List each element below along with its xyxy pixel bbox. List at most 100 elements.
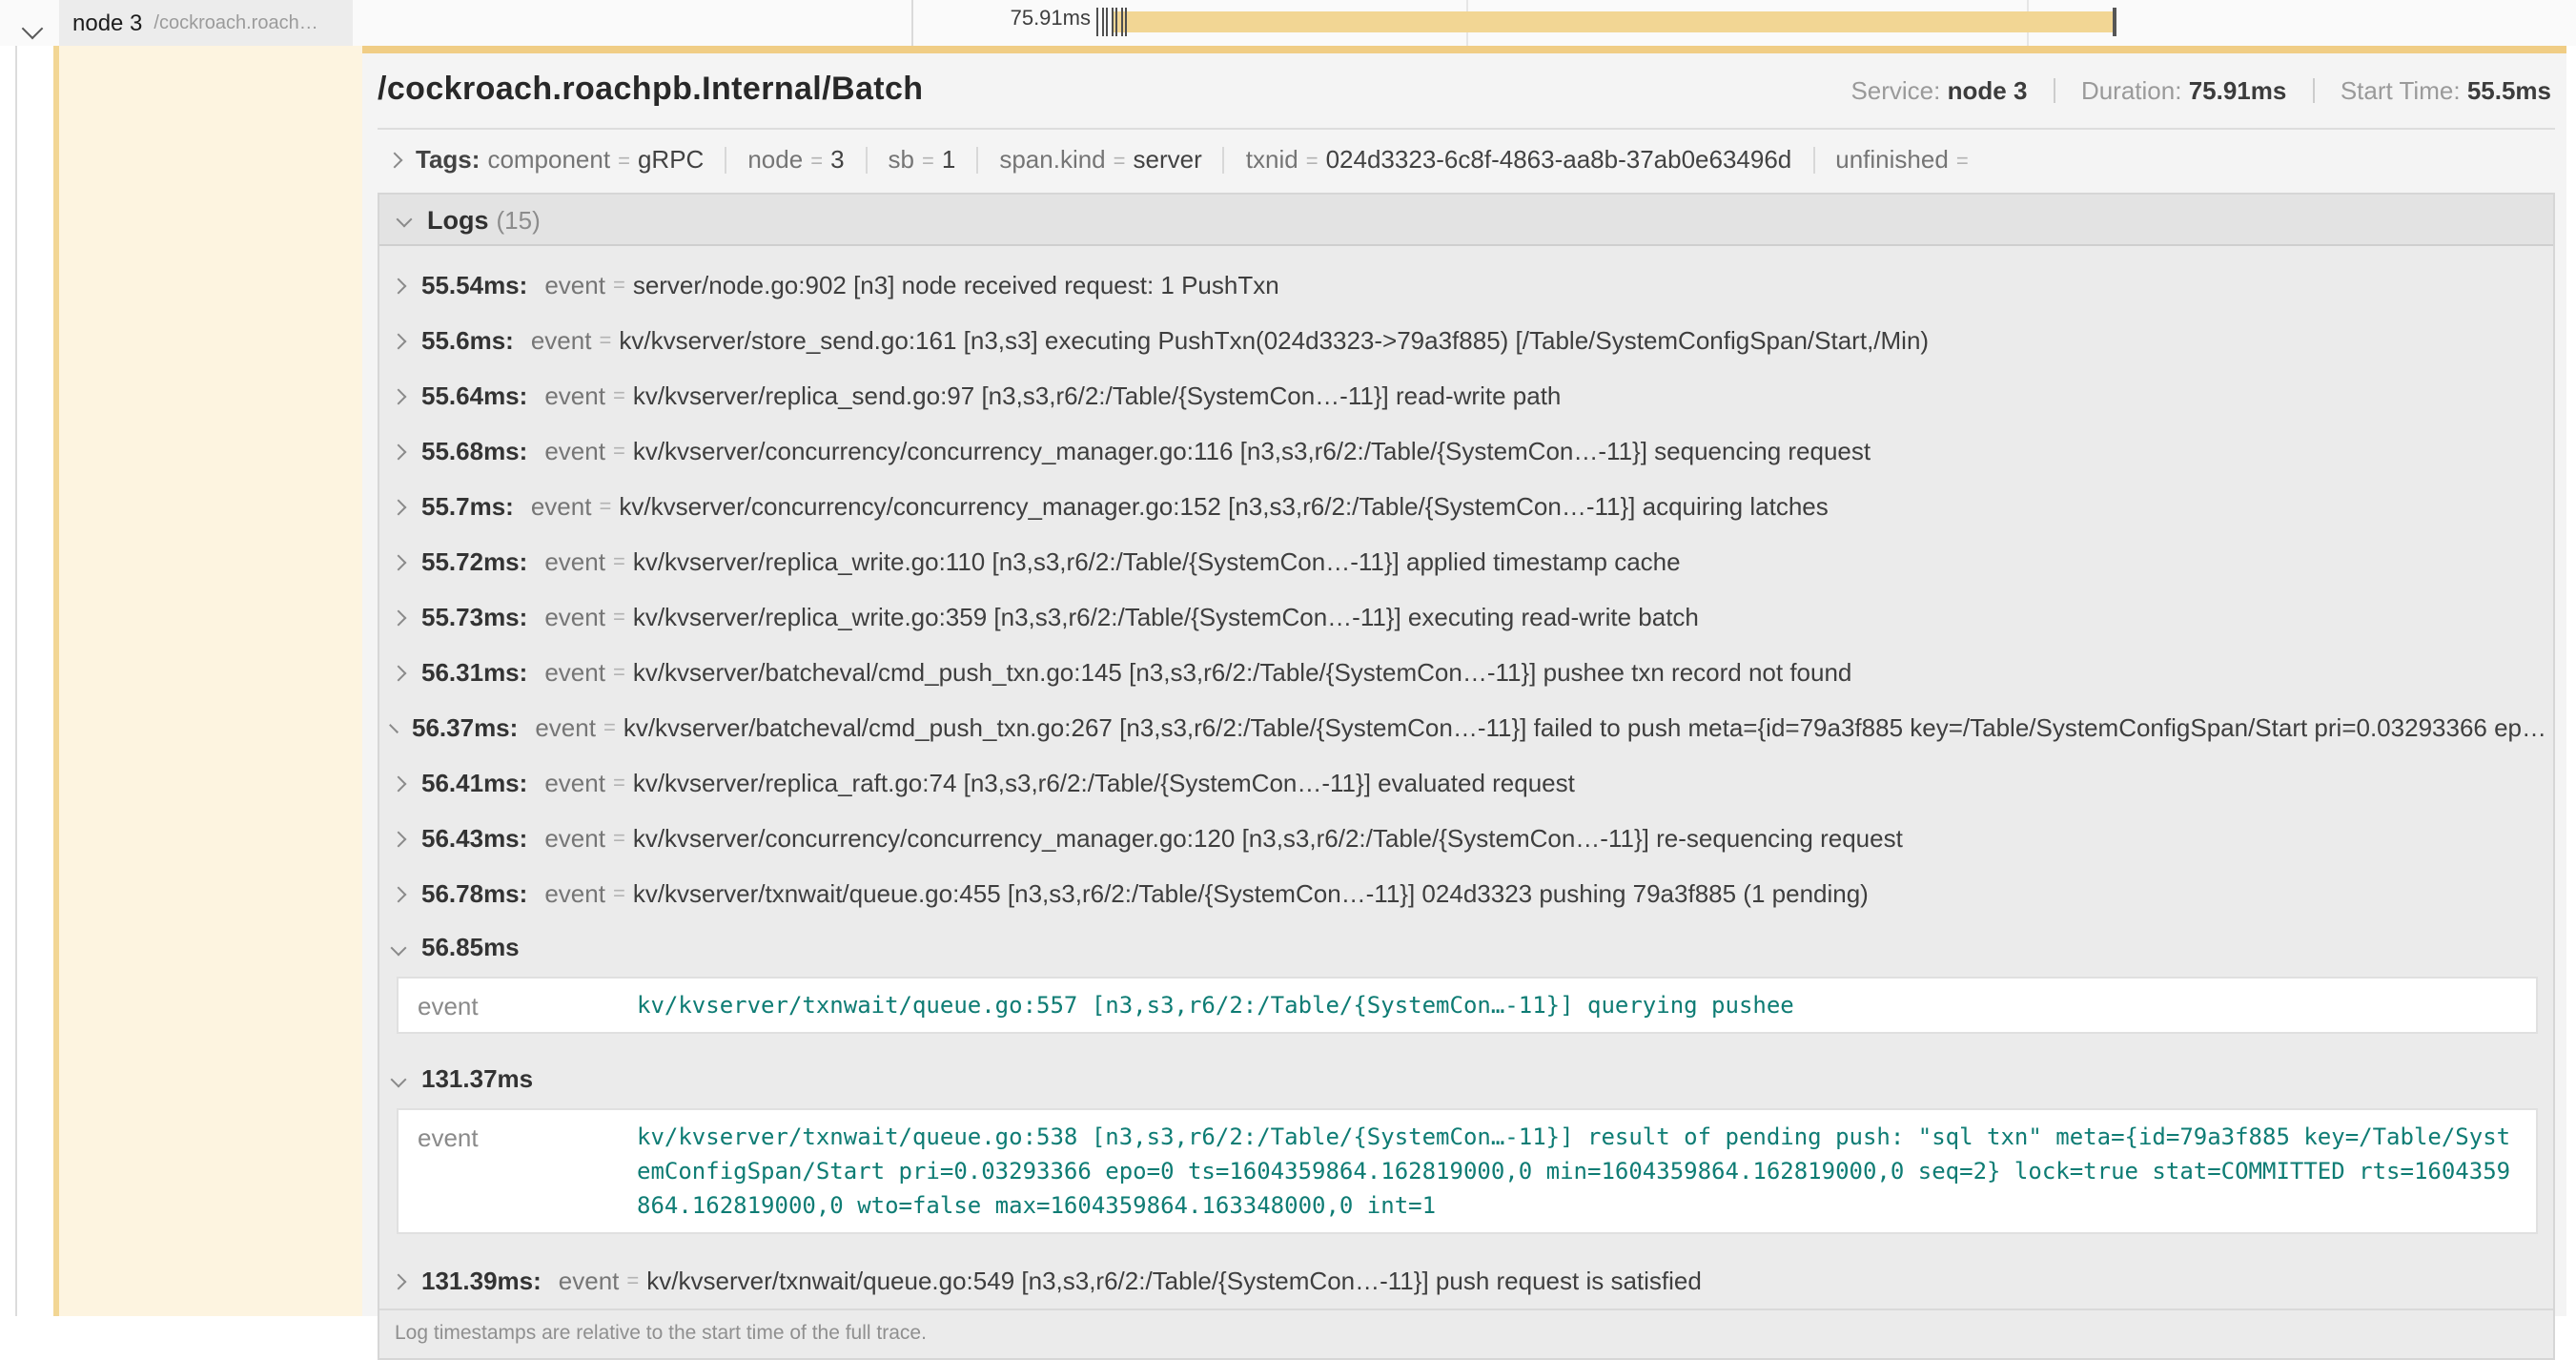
selected-span-highlight bbox=[59, 46, 362, 1316]
chevron-right-icon bbox=[391, 333, 407, 349]
tag-divider bbox=[1223, 147, 1225, 174]
logs-section: Logs (15) 55.54ms:event=server/node.go:9… bbox=[378, 193, 2555, 1360]
log-timestamp: 56.43ms: bbox=[421, 824, 527, 853]
tag-item: component=gRPC bbox=[487, 145, 704, 174]
log-tick-mark bbox=[1101, 8, 1103, 36]
log-value: kv/kvserver/txnwait/queue.go:455 [n3,s3,… bbox=[633, 879, 1869, 908]
log-timestamp: 55.6ms: bbox=[421, 326, 514, 355]
chevron-right-icon bbox=[391, 278, 407, 294]
equals-sign: = bbox=[613, 827, 625, 850]
log-value: kv/kvserver/txnwait/queue.go:549 [n3,s3,… bbox=[646, 1267, 1702, 1295]
tags-label: Tags: bbox=[416, 145, 480, 174]
log-entry-expanded-header[interactable]: 131.37ms bbox=[389, 1053, 2545, 1104]
log-timestamp: 55.72ms: bbox=[421, 547, 527, 576]
log-key: event bbox=[559, 1267, 620, 1295]
equals-sign: = bbox=[613, 440, 625, 463]
chevron-right-icon bbox=[391, 443, 407, 460]
chevron-right-icon bbox=[391, 1273, 407, 1289]
log-entry-row[interactable]: 56.37ms:event=kv/kvserver/batcheval/cmd_… bbox=[389, 700, 2545, 755]
tags-row[interactable]: Tags: component=gRPCnode=3sb=1span.kind=… bbox=[378, 130, 2555, 189]
log-tick-mark-end bbox=[2113, 8, 2116, 36]
span-collapse-chevron[interactable] bbox=[25, 11, 40, 46]
chevron-right-icon bbox=[391, 609, 407, 626]
log-timestamp: 56.78ms: bbox=[421, 879, 527, 908]
tag-item: node=3 bbox=[747, 145, 844, 174]
log-entry-row[interactable]: 55.72ms:event=kv/kvserver/replica_write.… bbox=[389, 534, 2545, 589]
log-entry-row[interactable]: 55.54ms:event=server/node.go:902 [n3] no… bbox=[389, 258, 2545, 313]
tags-list: component=gRPCnode=3sb=1span.kind=server… bbox=[487, 145, 1975, 174]
equals-sign: = bbox=[613, 274, 625, 297]
log-timestamp: 131.37ms bbox=[421, 1064, 533, 1093]
start-time-value: 55.5ms bbox=[2467, 76, 2551, 105]
log-timestamp: 56.41ms: bbox=[421, 769, 527, 797]
duration-value: 75.91ms bbox=[2189, 76, 2287, 105]
tree-indent-guide bbox=[15, 0, 17, 1316]
log-entry-row[interactable]: 56.78ms:event=kv/kvserver/txnwait/queue.… bbox=[389, 866, 2545, 921]
log-key: event bbox=[544, 603, 605, 631]
log-entry-expanded-header[interactable]: 56.85ms bbox=[389, 921, 2545, 973]
span-operation-title: /cockroach.roachpb.Internal/Batch bbox=[378, 71, 923, 109]
span-meta: Service: node 3 Duration: 75.91ms Start … bbox=[1850, 76, 2551, 105]
log-key: event bbox=[531, 326, 592, 355]
equals-sign: = bbox=[613, 772, 625, 794]
log-key: event bbox=[418, 988, 637, 1022]
service-name: node 3 bbox=[72, 10, 142, 36]
span-name-cell[interactable]: node 3 /cockroach.roach… bbox=[59, 0, 353, 46]
chevron-down-icon bbox=[391, 939, 407, 956]
chevron-down-icon bbox=[391, 1071, 407, 1087]
trace-viewer: node 3 /cockroach.roach… 75.91ms /cockro… bbox=[0, 0, 2576, 1316]
tag-divider bbox=[976, 147, 978, 174]
log-entry-detail-card: eventkv/kvserver/txnwait/queue.go:538 [n… bbox=[397, 1108, 2538, 1234]
logs-title: Logs bbox=[427, 205, 489, 234]
chevron-right-icon bbox=[391, 388, 407, 404]
tag-key: txnid bbox=[1246, 145, 1298, 174]
log-key: event bbox=[544, 271, 605, 299]
log-entry-row[interactable]: 56.43ms:event=kv/kvserver/concurrency/co… bbox=[389, 811, 2545, 866]
log-value: kv/kvserver/replica_write.go:359 [n3,s3,… bbox=[633, 603, 1699, 631]
chevron-down-icon bbox=[397, 212, 413, 228]
logs-count: (15) bbox=[497, 205, 541, 234]
log-entry-row[interactable]: 55.64ms:event=kv/kvserver/replica_send.g… bbox=[389, 368, 2545, 423]
tag-divider bbox=[1812, 147, 1814, 174]
chevron-down-icon bbox=[22, 18, 44, 40]
log-entry-row[interactable]: 56.31ms:event=kv/kvserver/batcheval/cmd_… bbox=[389, 645, 2545, 700]
log-entry-row[interactable]: 55.68ms:event=kv/kvserver/concurrency/co… bbox=[389, 423, 2545, 479]
chevron-right-icon bbox=[391, 554, 407, 570]
tag-item: span.kind=server bbox=[999, 145, 1201, 174]
logs-header[interactable]: Logs (15) bbox=[379, 195, 2553, 246]
operation-name: /cockroach.roach… bbox=[153, 12, 317, 33]
chevron-right-icon bbox=[391, 775, 407, 792]
log-value: kv/kvserver/replica_write.go:110 [n3,s3,… bbox=[633, 547, 1681, 576]
tag-value: 024d3323-6c8f-4863-aa8b-37ab0e63496d bbox=[1326, 145, 1792, 174]
equals-sign: = bbox=[613, 550, 625, 573]
log-value: kv/kvserver/replica_send.go:97 [n3,s3,r6… bbox=[633, 381, 1562, 410]
log-entry-row[interactable]: 55.73ms:event=kv/kvserver/replica_write.… bbox=[389, 589, 2545, 645]
log-value: kv/kvserver/store_send.go:161 [n3,s3] ex… bbox=[619, 326, 1929, 355]
equals-sign: = bbox=[613, 661, 625, 684]
tag-divider bbox=[725, 147, 726, 174]
log-key: event bbox=[544, 437, 605, 465]
tag-item: unfinished= bbox=[1835, 145, 1975, 174]
span-detail-header: /cockroach.roachpb.Internal/Batch Servic… bbox=[378, 53, 2555, 130]
log-timestamp: 55.64ms: bbox=[421, 381, 527, 410]
tag-key: unfinished bbox=[1835, 145, 1949, 174]
equals-sign: = bbox=[599, 329, 611, 352]
equals-sign: = bbox=[599, 495, 611, 518]
start-time-label: Start Time: bbox=[2341, 76, 2461, 105]
tag-key: component bbox=[487, 145, 610, 174]
duration-label: Duration: bbox=[2081, 76, 2182, 105]
log-entry-row[interactable]: 131.39ms:event=kv/kvserver/txnwait/queue… bbox=[389, 1253, 2545, 1308]
tag-value: 1 bbox=[942, 145, 955, 174]
log-entry-row[interactable]: 56.41ms:event=kv/kvserver/replica_raft.g… bbox=[389, 755, 2545, 811]
equals-sign: = bbox=[922, 151, 934, 174]
chevron-right-icon bbox=[391, 665, 407, 681]
chevron-right-icon bbox=[391, 499, 407, 515]
span-duration-bar[interactable] bbox=[1114, 11, 2115, 32]
log-timestamp: 56.37ms: bbox=[412, 713, 518, 742]
log-value: kv/kvserver/concurrency/concurrency_mana… bbox=[633, 824, 1903, 853]
log-entry-row[interactable]: 55.6ms: event = kv/kvserver/store_send.go:1… bbox=[389, 313, 2545, 368]
log-entry-row[interactable]: 55.7ms:event=kv/kvserver/concurrency/con… bbox=[389, 479, 2545, 534]
chevron-right-icon bbox=[389, 723, 399, 732]
log-key: event bbox=[544, 769, 605, 797]
log-key: event bbox=[535, 713, 596, 742]
